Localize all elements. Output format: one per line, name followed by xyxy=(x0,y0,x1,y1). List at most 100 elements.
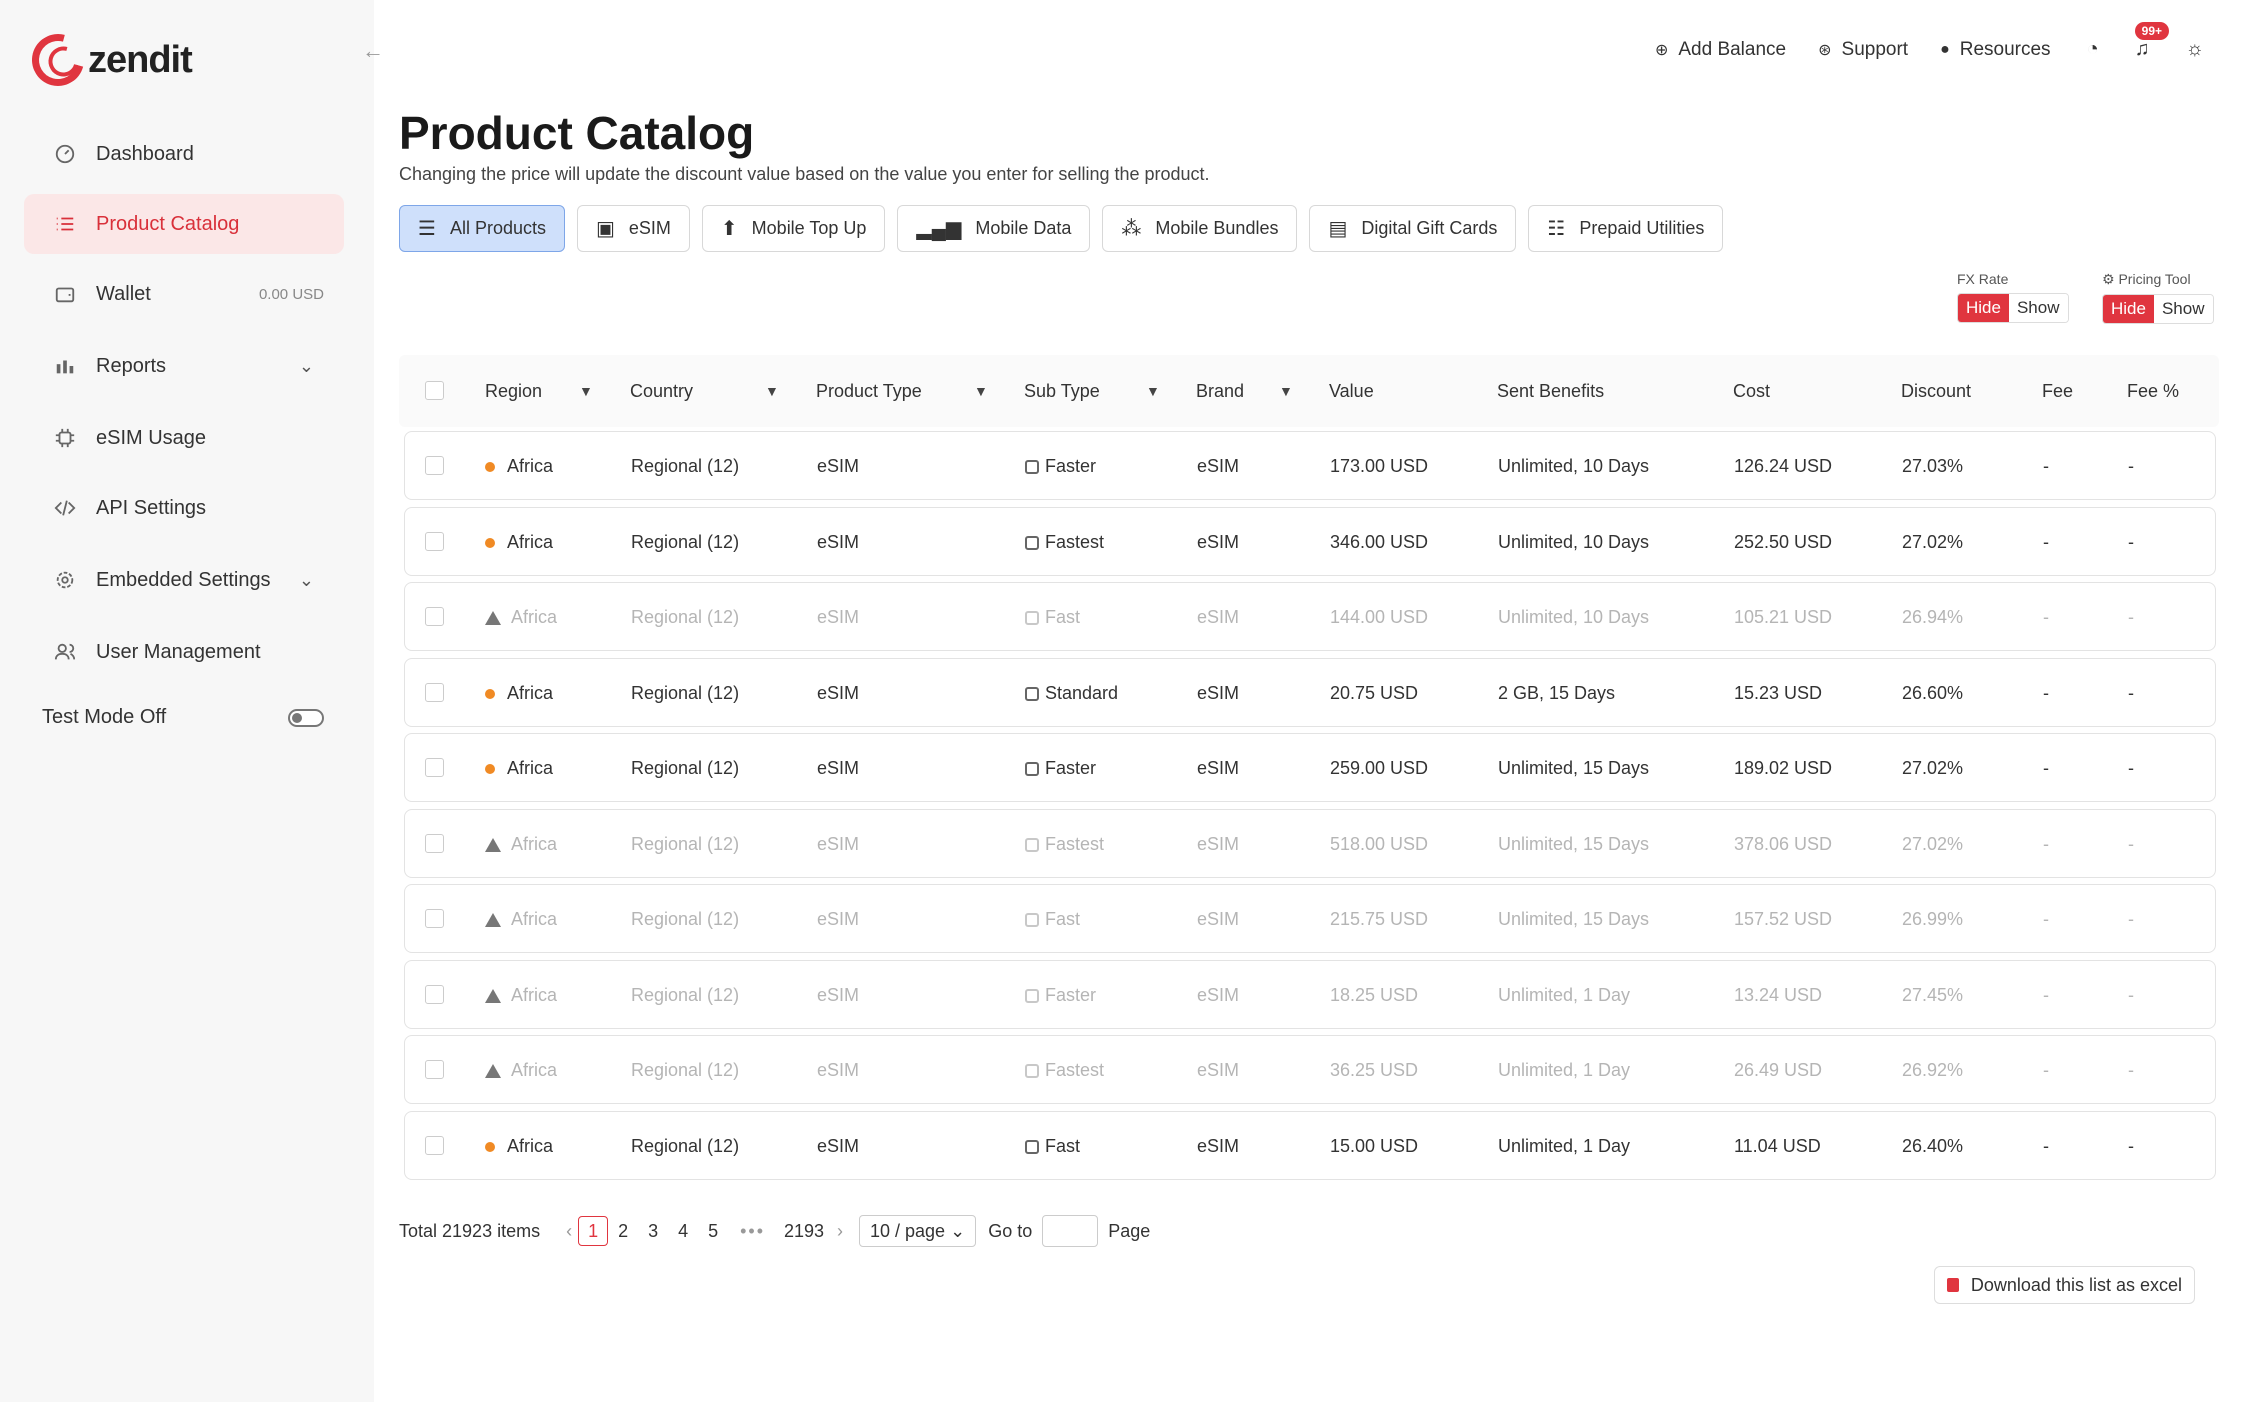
cell-country: Regional (12) xyxy=(631,1136,739,1157)
row-checkbox[interactable] xyxy=(425,1135,444,1155)
notifications-button[interactable]: ♫ 99+ xyxy=(2134,22,2170,61)
column-header-country: Country xyxy=(630,381,694,401)
cell-fee-percent: - xyxy=(2128,607,2134,628)
download-excel-button[interactable]: Download this list as excel xyxy=(1933,1266,2195,1304)
cell-brand: eSIM xyxy=(1197,985,1239,1006)
page-size-select[interactable]: 10 / page ⌄ xyxy=(859,1215,977,1247)
sidebar-item-embedded-settings[interactable]: Embedded Settings ⌄ xyxy=(24,548,344,612)
cell-text: 26.92% xyxy=(1902,1060,1964,1080)
cell-sub-type: Fastest xyxy=(1025,834,1104,855)
sidebar-item-product-catalog[interactable]: Product Catalog xyxy=(24,194,344,254)
cell-text: - xyxy=(2043,456,2049,476)
account-icon[interactable]: ◔ xyxy=(2087,38,2099,61)
signal-icon: ▂▄▆ xyxy=(916,218,962,240)
pricing-tool-hide-button[interactable]: Hide xyxy=(2103,295,2154,323)
page-button[interactable]: 4 xyxy=(668,1216,698,1246)
cell-text: eSIM xyxy=(1197,909,1240,929)
filter-icon[interactable]: ▼ xyxy=(1279,383,1293,399)
warning-icon xyxy=(485,913,501,928)
cell-text: Faster xyxy=(1045,984,1097,1005)
page-button-last[interactable]: 2193 xyxy=(777,1216,831,1246)
tab-all-products[interactable]: ☰ All Products xyxy=(399,205,565,252)
chip-icon xyxy=(1025,762,1039,777)
filter-icon[interactable]: ▼ xyxy=(765,383,779,399)
tab-prepaid-utilities[interactable]: ☷ Prepaid Utilities xyxy=(1528,205,1724,252)
cell-product-type: eSIM xyxy=(817,607,859,628)
cell-discount: 26.40% xyxy=(1902,1136,1963,1157)
table-row[interactable]: Africa Regional (12) eSIM Faster eSIM 173.00 … xyxy=(404,431,2216,500)
cell-value: 518.00 USD xyxy=(1330,834,1428,855)
cell-text: Unlimited, 15 Days xyxy=(1498,909,1650,929)
row-checkbox[interactable] xyxy=(425,833,444,853)
filter-icon[interactable]: ▼ xyxy=(579,383,593,399)
cell-discount: 26.99% xyxy=(1902,909,1963,930)
table-row[interactable]: Africa Regional (12) eSIM Faster eSIM 18.25 U… xyxy=(404,959,2216,1029)
fx-rate-hide-button[interactable]: Hide xyxy=(1958,294,2009,322)
cell-region: Africa xyxy=(485,909,557,930)
page-button[interactable]: 3 xyxy=(638,1216,668,1246)
cell-cost: 13.24 USD xyxy=(1734,985,1822,1006)
more-pages-icon[interactable]: ••• xyxy=(740,1221,765,1242)
row-checkbox[interactable] xyxy=(425,909,444,928)
row-checkbox[interactable] xyxy=(425,682,444,702)
support-button[interactable]: ⊛ Support xyxy=(1818,39,1908,61)
table-row[interactable]: Africa Regional (12) eSIM Fastest eSIM 518.00… xyxy=(404,808,2216,878)
cell-text: - xyxy=(2128,531,2134,552)
column-header-fee: Fee xyxy=(2042,381,2074,401)
column-header-sub-type: Sub Type xyxy=(1024,381,1100,401)
goto-page-input[interactable] xyxy=(1042,1215,1099,1247)
cell-text: 27.02% xyxy=(1902,833,1964,854)
tab-mobile-bundles[interactable]: ⁂ Mobile Bundles xyxy=(1102,205,1298,252)
resources-button[interactable]: ● Resources xyxy=(1940,39,2051,61)
theme-toggle-icon[interactable]: ☼ xyxy=(2186,38,2204,61)
page-button[interactable]: 2 xyxy=(608,1216,638,1246)
table-row[interactable]: Africa Regional (12) eSIM Fastest eSIM 346.00… xyxy=(404,506,2216,576)
cell-cost: 189.02 USD xyxy=(1734,758,1832,779)
page-title: Product Catalog xyxy=(399,107,755,159)
status-dot-icon xyxy=(485,462,495,473)
fx-rate-show-button[interactable]: Show xyxy=(2008,294,2068,322)
tab-mobile-top-up[interactable]: ⬆ Mobile Top Up xyxy=(701,205,886,252)
table-row[interactable]: Africa Regional (12) eSIM Fastest eSIM 36.25 … xyxy=(404,1035,2216,1104)
sidebar-item-reports[interactable]: Reports ⌄ xyxy=(24,334,344,398)
row-checkbox[interactable] xyxy=(425,607,444,626)
filter-icon[interactable]: ▼ xyxy=(974,383,988,399)
pricing-tool-label-text: Pricing Tool xyxy=(2118,271,2191,287)
sidebar-item-dashboard[interactable]: Dashboard xyxy=(24,124,344,184)
tab-label: Mobile Bundles xyxy=(1155,218,1279,238)
add-balance-button[interactable]: ⊕ Add Balance xyxy=(1655,39,1786,61)
sidebar-item-api-settings[interactable]: API Settings xyxy=(24,478,344,538)
zendit-logo[interactable]: zendit xyxy=(22,24,193,96)
row-checkbox[interactable] xyxy=(425,984,444,1004)
cell-text: Fastest xyxy=(1045,1060,1105,1080)
row-checkbox[interactable] xyxy=(425,456,444,475)
row-checkbox[interactable] xyxy=(425,1060,444,1079)
cell-text: Africa xyxy=(507,682,554,703)
tab-esim[interactable]: ▣ eSIM xyxy=(576,205,690,252)
prev-page-icon[interactable]: ‹ xyxy=(566,1221,572,1242)
test-mode-toggle[interactable] xyxy=(288,708,324,727)
cell-text: 215.75 USD xyxy=(1330,909,1429,929)
tab-mobile-data[interactable]: ▂▄▆ Mobile Data xyxy=(897,205,1091,252)
filter-icon[interactable]: ▼ xyxy=(1146,383,1160,399)
page-button-current[interactable]: 1 xyxy=(578,1216,609,1246)
sidebar-item-user-management[interactable]: User Management xyxy=(24,622,344,682)
tab-digital-gift-cards[interactable]: ▤ Digital Gift Cards xyxy=(1309,205,1517,252)
pricing-tool-show-button[interactable]: Show xyxy=(2153,295,2213,323)
collapse-sidebar-icon[interactable]: ← xyxy=(362,38,384,64)
sidebar-item-esim-usage[interactable]: eSIM Usage xyxy=(24,408,344,468)
select-all-checkbox[interactable] xyxy=(425,381,444,400)
wallet-icon xyxy=(52,281,78,307)
table-row[interactable]: Africa Regional (12) eSIM Fast eSIM 15.00 USD… xyxy=(404,1110,2216,1180)
table-row[interactable]: Africa Regional (12) eSIM Fast eSIM 144.00 US… xyxy=(404,582,2216,651)
dashboard-icon xyxy=(52,141,78,167)
page-button[interactable]: 5 xyxy=(698,1216,728,1246)
table-row[interactable]: Africa Regional (12) eSIM Fast eSIM 215.75 US… xyxy=(404,884,2216,953)
sidebar-item-wallet[interactable]: Wallet 0.00 USD xyxy=(24,264,344,324)
next-page-icon[interactable]: › xyxy=(837,1221,843,1242)
table-row[interactable]: Africa Regional (12) eSIM Standard eSIM 20.75… xyxy=(404,657,2216,727)
cell-value: 173.00 USD xyxy=(1330,456,1428,477)
row-checkbox[interactable] xyxy=(425,758,444,777)
row-checkbox[interactable] xyxy=(425,531,444,551)
table-row[interactable]: Africa Regional (12) eSIM Faster eSIM 259.00 … xyxy=(404,733,2216,802)
